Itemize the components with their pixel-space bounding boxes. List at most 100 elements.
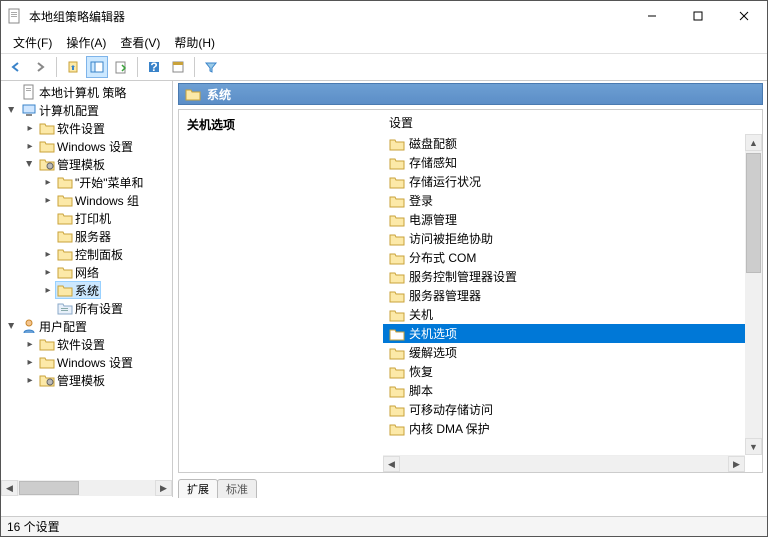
list-item[interactable]: 分布式 COM [383,248,762,267]
tree-toggle-icon[interactable]: ▸ [41,267,55,278]
list-item-label: 存储感知 [409,154,457,171]
tree-node[interactable]: ▸软件设置 [1,335,172,353]
tree-node[interactable]: ▸Windows 设置 [1,353,172,371]
forward-button[interactable] [29,56,51,78]
folder-icon [389,288,405,304]
list-item[interactable]: 服务器管理器 [383,286,762,305]
list-item-label: 访问被拒绝协助 [409,230,493,247]
tree-toggle-icon[interactable]: ▸ [41,177,55,188]
tab-extended[interactable]: 扩展 [178,479,218,498]
list-item[interactable]: 可移动存储访问 [383,400,762,419]
tree-horizontal-scrollbar[interactable]: ◀ ▶ [1,480,172,497]
vertical-scrollbar[interactable]: ▲ ▼ [745,134,762,455]
list-item[interactable]: 恢复 [383,362,762,381]
folder-icon [57,264,73,280]
scroll-thumb[interactable] [746,153,761,273]
tree-node[interactable]: ▸Windows 设置 [1,137,172,155]
list-item[interactable]: 内核 DMA 保护 [383,419,762,438]
tree-node[interactable]: ▸软件设置 [1,119,172,137]
scroll-right-arrow[interactable]: ▶ [155,480,172,496]
tree-toggle-icon[interactable]: ▸ [23,375,37,386]
scroll-left-arrow[interactable]: ◀ [383,456,400,472]
tree-node[interactable]: 服务器 [1,227,172,245]
menu-help[interactable]: 帮助(H) [168,32,221,53]
folder-icon [57,210,73,226]
list-horizontal-scrollbar[interactable]: ◀ ▶ [383,455,745,472]
tree-node[interactable]: 所有设置 [1,299,172,317]
list-item-label: 电源管理 [409,211,457,228]
tree-toggle-icon[interactable]: ▸ [23,339,37,350]
tree-pane[interactable]: 本地计算机 策略▸计算机配置▸软件设置▸Windows 设置▸管理模板▸"开始"… [1,81,173,497]
folder-icon [57,246,73,262]
tree-toggle-icon[interactable]: ▸ [41,195,55,206]
tree-label: 网络 [75,264,99,281]
tree-toggle-icon[interactable]: ▸ [41,285,55,296]
list-item-label: 脚本 [409,382,433,399]
tree-node[interactable]: ▸控制面板 [1,245,172,263]
maximize-button[interactable] [675,1,721,31]
tab-standard[interactable]: 标准 [217,479,257,498]
list-item[interactable]: 存储运行状况 [383,172,762,191]
tree-label: 所有设置 [75,300,123,317]
tree-toggle-icon[interactable]: ▸ [5,319,19,333]
tree-node[interactable]: ▸管理模板 [1,371,172,389]
tree-toggle-icon[interactable]: ▸ [41,249,55,260]
minimize-button[interactable] [629,1,675,31]
menu-action[interactable]: 操作(A) [60,32,112,53]
list-column-header[interactable]: 设置 [383,110,762,134]
list-item[interactable]: 脚本 [383,381,762,400]
help-button[interactable]: ? [143,56,165,78]
tree-node[interactable]: ▸用户配置 [1,317,172,335]
tree-toggle-icon[interactable]: ▸ [23,157,37,171]
tree-label: Windows 组 [75,192,139,209]
list-item[interactable]: 服务控制管理器设置 [383,267,762,286]
list-item[interactable]: 磁盘配额 [383,134,762,153]
tree-toggle-icon[interactable]: ▸ [5,103,19,117]
tree-toggle-icon[interactable]: ▸ [23,357,37,368]
tree-node[interactable]: ▸ 网络 [1,263,172,281]
properties-button[interactable] [167,56,189,78]
list-item-label: 存储运行状况 [409,173,481,190]
scroll-track[interactable] [400,456,728,472]
back-button[interactable] [5,56,27,78]
tree-node[interactable]: ▸管理模板 [1,155,172,173]
menu-file[interactable]: 文件(F) [7,32,58,53]
list-item[interactable]: 登录 [383,191,762,210]
tree-node[interactable]: 本地计算机 策略 [1,83,172,101]
list-item[interactable]: 缓解选项 [383,343,762,362]
show-hide-tree-button[interactable] [86,56,108,78]
tree-node[interactable]: ▸ Windows 组 [1,191,172,209]
folder-icon [21,84,37,100]
folder-icon [389,193,405,209]
filter-button[interactable] [200,56,222,78]
tree-label: "开始"菜单和 [75,174,144,191]
list-view[interactable]: 磁盘配额存储感知存储运行状况登录电源管理访问被拒绝协助分布式 COM服务控制管理… [383,134,762,472]
tree-node[interactable]: 打印机 [1,209,172,227]
tree-node[interactable]: ▸计算机配置 [1,101,172,119]
list-item-label: 可移动存储访问 [409,401,493,418]
scroll-down-arrow[interactable]: ▼ [745,438,762,455]
tree-toggle-icon[interactable]: ▸ [23,123,37,134]
tree-node[interactable]: ▸系统 [1,281,172,299]
up-button[interactable] [62,56,84,78]
tree-node[interactable]: ▸ "开始"菜单和 [1,173,172,191]
list-item[interactable]: 电源管理 [383,210,762,229]
list-item[interactable]: 访问被拒绝协助 [383,229,762,248]
close-button[interactable] [721,1,767,31]
export-button[interactable] [110,56,132,78]
list-item[interactable]: 关机选项 [383,324,762,343]
svg-text:?: ? [150,60,157,74]
scroll-left-arrow[interactable]: ◀ [1,480,18,496]
scroll-track[interactable] [18,480,155,496]
folder-icon [389,364,405,380]
folder-icon [57,228,73,244]
menu-view[interactable]: 查看(V) [114,32,166,53]
tree-toggle-icon[interactable]: ▸ [23,141,37,152]
list-item[interactable]: 存储感知 [383,153,762,172]
list-item[interactable]: 关机 [383,305,762,324]
scroll-right-arrow[interactable]: ▶ [728,456,745,472]
scroll-up-arrow[interactable]: ▲ [745,134,762,151]
folder-icon [389,345,405,361]
tree-label: 服务器 [75,228,111,245]
statusbar: 16 个设置 [1,516,767,536]
